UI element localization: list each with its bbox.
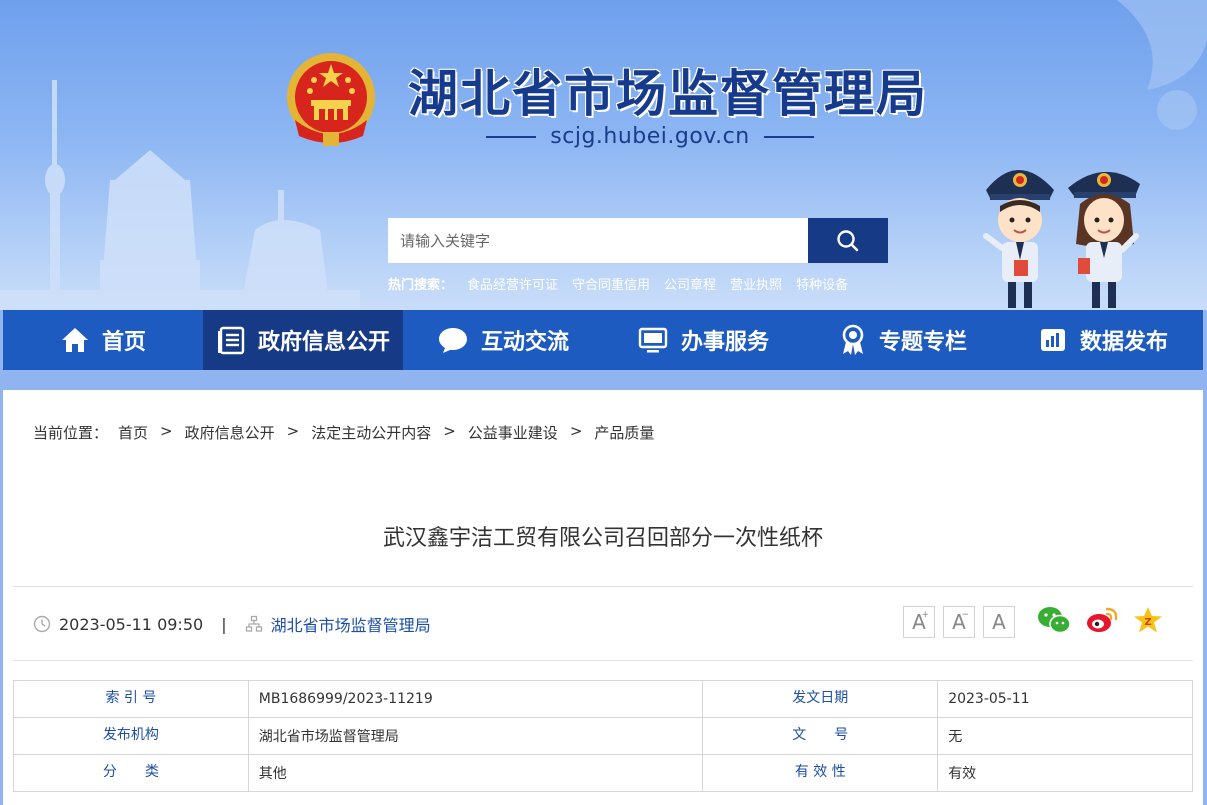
site-title: 湖北省市场监督管理局 [408, 65, 928, 123]
search-input[interactable] [388, 218, 808, 263]
info-key: 有 效 性 [702, 754, 939, 792]
info-key: 发文日期 [702, 680, 939, 718]
nav-item-special-topics[interactable]: 专题专栏 [803, 310, 1003, 370]
info-key: 发布机构 [13, 717, 249, 755]
info-value: 湖北省市场监督管理局 [247, 717, 704, 755]
site-domain-text: scjg.hubei.gov.cn [550, 124, 750, 149]
info-key: 文 号 [702, 717, 939, 755]
main-content: 当前位置： 首页 > 政府信息公开 > 法定主动公开内容 > 公益事业建设 > … [3, 390, 1203, 805]
breadcrumb-link[interactable]: 公益事业建设 [468, 422, 558, 443]
breadcrumb-separator: > [286, 422, 300, 440]
document-info-table: 索 引 号 MB1686999/2023-11219 发文日期 2023-05-… [13, 680, 1193, 792]
breadcrumb-prefix: 当前位置： [33, 424, 109, 442]
domain-left-line [486, 135, 537, 138]
nav-item-home[interactable]: 首页 [3, 310, 203, 370]
info-key: 分 类 [13, 754, 249, 792]
meta-divider-line [13, 660, 1193, 661]
nav-item-interaction[interactable]: 互动交流 [403, 310, 603, 370]
org-structure-icon [245, 615, 262, 632]
nav-item-label: 政府信息公开 [257, 330, 390, 355]
breadcrumb-separator: > [569, 422, 583, 440]
table-row: 分 类 其他 有 效 性 有效 [13, 754, 1193, 792]
share-qzone-button[interactable]: Z [1133, 606, 1163, 634]
title-divider [13, 586, 1193, 587]
breadcrumb-separator: > [443, 422, 456, 440]
info-value: 其他 [247, 754, 704, 792]
mascot-inspectors-illustration [983, 170, 1140, 308]
share-tools: Z [1037, 606, 1163, 634]
nav-item-label: 数据发布 [1079, 330, 1168, 355]
qzone-star-icon: Z [1134, 607, 1162, 633]
table-row: 索 引 号 MB1686999/2023-11219 发文日期 2023-05-… [13, 680, 1193, 718]
hot-search: 热门搜索： 食品经营许可证 守合同重信用 公司章程 营业执照 特种设备 [388, 274, 848, 293]
search-button[interactable] [808, 218, 888, 263]
article-meta: 2023-05-11 09:50 | 湖北省市场监督管理局 [33, 612, 431, 636]
info-value: MB1686999/2023-11219 [247, 680, 704, 718]
main-nav: 首页 政府信息公开 互动交流 办事服务 专题专栏 数据发布 [3, 310, 1203, 370]
info-value: 无 [937, 717, 1193, 755]
document-list-icon [217, 326, 245, 355]
bar-chart-icon [1040, 329, 1065, 351]
info-key: 索 引 号 [13, 680, 249, 718]
info-value: 2023-05-11 [937, 680, 1193, 718]
breadcrumb-link[interactable]: 法定主动公开内容 [311, 422, 431, 443]
clock-icon [33, 615, 51, 633]
table-row: 发布机构 湖北省市场监督管理局 文 号 无 [13, 717, 1193, 755]
wechat-icon [1038, 607, 1071, 634]
breadcrumb-separator: > [160, 422, 173, 440]
nav-item-label: 办事服务 [680, 330, 769, 355]
nav-item-data-release[interactable]: 数据发布 [1003, 310, 1203, 370]
breadcrumb: 当前位置： 首页 > 政府信息公开 > 法定主动公开内容 > 公益事业建设 > … [33, 422, 654, 443]
font-increase-button[interactable]: A + [903, 606, 935, 638]
domain-right-line [763, 135, 814, 138]
article-title: 武汉鑫宇洁工贸有限公司召回部分一次性纸杯 [382, 526, 823, 551]
weibo-icon [1087, 607, 1118, 632]
nav-item-label: 专题专栏 [878, 330, 967, 355]
breadcrumb-link[interactable]: 产品质量 [594, 422, 654, 443]
meta-divider: | [221, 614, 227, 634]
hot-search-link[interactable]: 公司章程 [664, 274, 716, 293]
site-domain: scjg.hubei.gov.cn [470, 124, 830, 149]
breadcrumb-link[interactable]: 首页 [118, 422, 148, 443]
hot-search-link[interactable]: 守合同重信用 [572, 274, 650, 293]
hot-search-link[interactable]: 营业执照 [730, 274, 782, 293]
font-reset-button[interactable]: A [983, 606, 1015, 638]
chat-bubble-icon [438, 328, 467, 353]
hot-search-link[interactable]: 特种设备 [796, 274, 848, 293]
nav-item-label: 首页 [101, 330, 146, 355]
info-value: 有效 [937, 754, 1193, 792]
hot-search-label: 热门搜索： [388, 278, 454, 293]
share-weibo-button[interactable] [1085, 606, 1119, 634]
article-source: 湖北省市场监督管理局 [270, 616, 431, 635]
share-wechat-button[interactable] [1037, 606, 1071, 634]
breadcrumb-link[interactable]: 政府信息公开 [185, 422, 275, 443]
national-emblem-icon [287, 53, 375, 146]
font-reset-label: A [992, 610, 1006, 634]
font-decrease-button[interactable]: A − [943, 606, 975, 638]
header-banner: 湖北省市场监督管理局 scjg.hubei.gov.cn 热门搜索： 食品经营许… [0, 0, 1207, 310]
svg-text:Z: Z [1144, 617, 1151, 628]
nav-item-gov-info[interactable]: 政府信息公开 [203, 310, 403, 370]
home-icon [61, 328, 88, 352]
monitor-icon [638, 327, 668, 353]
hot-search-link[interactable]: 食品经营许可证 [467, 274, 558, 293]
search-bar [388, 218, 888, 263]
award-ribbon-icon [842, 324, 864, 355]
publish-datetime: 2023-05-11 09:50 [59, 614, 204, 634]
font-size-tools: A + A − A [903, 606, 1015, 638]
decorative-clouds [1117, 0, 1207, 130]
nav-item-label: 互动交流 [480, 330, 569, 355]
nav-item-services[interactable]: 办事服务 [603, 310, 803, 370]
search-icon [837, 229, 859, 251]
